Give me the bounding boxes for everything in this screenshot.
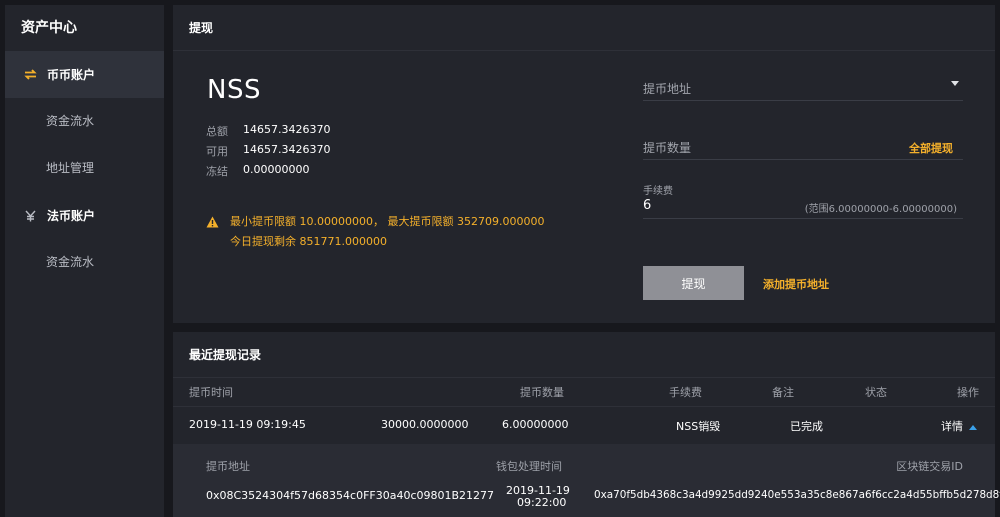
remaining-text: 今日提现剩余 851771.000000: [230, 235, 387, 248]
column-header: 操作: [957, 386, 979, 399]
column-header: 区块链交易ID: [896, 460, 963, 473]
balance-frozen-row: 冻结 0.00000000: [206, 163, 309, 179]
panel-title: 提现: [173, 5, 995, 51]
column-header: 提币时间: [189, 386, 233, 399]
withdraw-button[interactable]: 提现: [643, 266, 744, 300]
address-select[interactable]: 提币地址: [643, 75, 963, 101]
wallet-time-clock: 09:22:00: [517, 496, 567, 509]
panel-title: 最近提现记录: [173, 332, 995, 378]
withdraw-panel: 提现 NSS 总额 14657.3426370 可用 14657.3426370…: [173, 5, 995, 323]
column-header: 手续费: [669, 386, 702, 399]
warning-icon: [206, 215, 219, 235]
withdraw-address: 0x08C3524304f57d68354c0FF30a40c09801B212…: [206, 489, 495, 502]
caret-up-icon: [969, 424, 977, 430]
sidebar-item-fiat-fund-flow[interactable]: 资金流水: [5, 239, 164, 286]
address-placeholder: 提币地址: [643, 82, 692, 96]
table-header: 提币时间 提币数量 手续费 备注 状态 操作: [173, 384, 995, 404]
amount-placeholder: 提币数量: [643, 141, 692, 155]
balance-value: 14657.3426370: [243, 143, 331, 156]
fee-range: (范围6.00000000-6.00000000): [804, 204, 957, 215]
sidebar-item-label: 币币账户: [47, 68, 96, 82]
column-header: 提币地址: [206, 460, 250, 473]
sidebar-item-address-management[interactable]: 地址管理: [5, 145, 164, 192]
balance-label: 可用: [206, 145, 228, 158]
limit-text: 最小提币限额 10.00000000， 最大提币限额 352709.000000: [230, 215, 545, 228]
divider: [173, 406, 995, 407]
column-header: 提币数量: [520, 386, 564, 399]
exchange-icon: [23, 69, 37, 80]
record-remark: NSS销毁: [676, 420, 721, 433]
chevron-down-icon[interactable]: [951, 81, 959, 86]
column-header: 状态: [865, 386, 887, 399]
details-label: 详情: [941, 420, 963, 433]
add-address-link[interactable]: 添加提币地址: [763, 276, 829, 292]
sidebar-item-spot-account[interactable]: 币币账户: [5, 51, 164, 98]
amount-field[interactable]: 提币数量 全部提现: [643, 134, 963, 160]
transaction-id: 0xa70f5db4368c3a4d9925dd9240e553a35c8e86…: [594, 489, 1000, 501]
record-time: 2019-11-19 09:19:45: [189, 418, 306, 431]
balance-value: 0.00000000: [243, 163, 310, 176]
balance-label: 冻结: [206, 165, 228, 178]
record-amount: 30000.0000000: [381, 418, 469, 431]
withdraw-limit-warning: 最小提币限额 10.00000000， 最大提币限额 352709.000000…: [206, 212, 544, 252]
balance-total-row: 总额 14657.3426370: [206, 123, 330, 139]
sidebar-item-fund-flow[interactable]: 资金流水: [5, 98, 164, 145]
column-header: 备注: [772, 386, 794, 399]
details-toggle[interactable]: 详情: [941, 418, 977, 434]
coin-name: NSS: [207, 75, 261, 105]
record-detail: [173, 444, 995, 517]
record-fee: 6.00000000: [502, 418, 569, 431]
record-status: 已完成: [790, 420, 823, 433]
column-header: 钱包处理时间: [496, 460, 562, 473]
sidebar: 资产中心 币币账户 资金流水 地址管理 法币账户 资金流水: [5, 5, 164, 517]
sidebar-title: 资产中心: [21, 20, 77, 36]
sidebar-item-fiat-account[interactable]: 法币账户: [5, 192, 164, 239]
records-panel: 最近提现记录 提币时间 提币数量 手续费 备注 状态 操作 2019-11-19…: [173, 332, 1000, 517]
sidebar-item-label: 法币账户: [47, 209, 96, 223]
table-row: 2019-11-19 09:19:45 30000.0000000 6.0000…: [173, 418, 995, 438]
fee-field[interactable]: 手续费 6 (范围6.00000000-6.00000000): [643, 182, 963, 219]
fee-label: 手续费: [643, 186, 673, 197]
balance-available-row: 可用 14657.3426370: [206, 143, 330, 159]
yen-icon: [23, 210, 37, 222]
balance-value: 14657.3426370: [243, 123, 331, 136]
balance-label: 总额: [206, 125, 228, 138]
withdraw-all-button[interactable]: 全部提现: [909, 140, 953, 156]
fee-value[interactable]: 6: [643, 198, 651, 213]
